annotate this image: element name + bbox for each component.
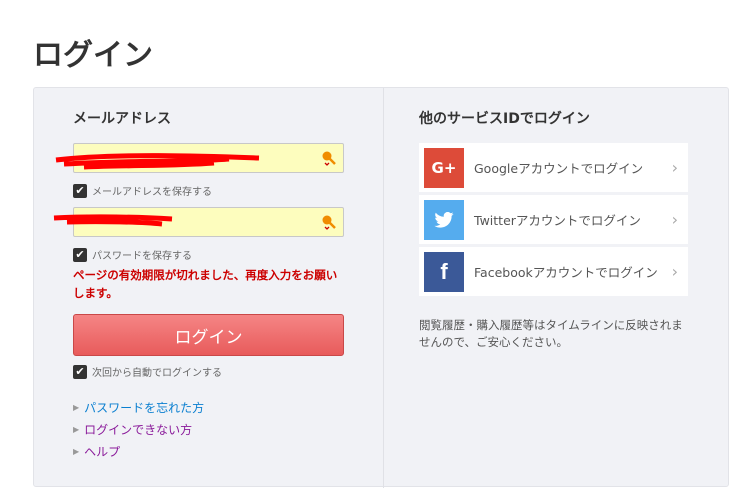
email-label: メールアドレス (73, 111, 171, 127)
divider (383, 88, 384, 488)
facebook-login-button[interactable]: f Facebookアカウントでログイン › (419, 247, 688, 296)
help-text[interactable]: ヘルプ (84, 443, 120, 460)
google-plus-icon: G+ (424, 147, 464, 188)
save-email-checkbox[interactable]: ✔ メールアドレスを保存する (73, 183, 212, 198)
triangle-right-icon: ▶ (73, 403, 80, 412)
save-password-label: パスワードを保存する (92, 251, 192, 262)
cannot-login-link[interactable]: ▶ ログインできない方 (73, 421, 192, 438)
save-password-checkbox[interactable]: ✔ パスワードを保存する (73, 247, 192, 262)
triangle-right-icon: ▶ (73, 425, 80, 434)
triangle-right-icon: ▶ (73, 447, 80, 456)
twitter-login-button[interactable]: Twitterアカウントでログイン › (419, 195, 688, 244)
forgot-password-link[interactable]: ▶ パスワードを忘れた方 (73, 399, 204, 416)
email-input[interactable] (74, 144, 343, 172)
auto-login-checkbox[interactable]: ✔ 次回から自動でログインする (73, 364, 222, 379)
password-field[interactable] (73, 207, 344, 237)
forgot-password-text[interactable]: パスワードを忘れた方 (84, 399, 204, 416)
facebook-login-label: Facebookアカウントでログイン (474, 265, 658, 280)
help-link[interactable]: ▶ ヘルプ (73, 443, 120, 460)
key-icon[interactable] (321, 214, 337, 234)
page-title: ログイン (33, 38, 153, 73)
chevron-right-icon: › (671, 262, 678, 281)
chevron-right-icon: › (671, 158, 678, 177)
google-login-label: Googleアカウントでログイン (474, 161, 644, 176)
checkmark-icon: ✔ (73, 183, 87, 198)
chevron-right-icon: › (671, 210, 678, 229)
other-service-title: 他のサービスIDでログイン (419, 111, 590, 127)
cannot-login-text[interactable]: ログインできない方 (84, 421, 192, 438)
auto-login-label: 次回から自動でログインする (92, 368, 222, 379)
checkmark-icon: ✔ (73, 364, 87, 379)
facebook-icon: f (424, 251, 464, 292)
email-field[interactable] (73, 143, 344, 173)
password-input[interactable] (74, 208, 343, 236)
login-panel: メールアドレス ✔ メールアドレスを保存する ✔ パスワードを保存する ページの有効… (33, 87, 729, 488)
error-message: ページの有効期限が切れました、再度入力をお願いします。 (73, 268, 338, 300)
login-button[interactable]: ログイン (73, 314, 344, 356)
key-icon[interactable] (321, 150, 337, 170)
google-login-button[interactable]: G+ Googleアカウントでログイン › (419, 143, 688, 192)
checkmark-icon: ✔ (73, 247, 87, 262)
twitter-icon (424, 199, 464, 240)
twitter-login-label: Twitterアカウントでログイン (474, 213, 641, 228)
save-email-label: メールアドレスを保存する (92, 187, 212, 198)
timeline-note: 閲覧履歴・購入履歴等はタイムラインに反映されませんので、ご安心ください。 (419, 318, 683, 349)
